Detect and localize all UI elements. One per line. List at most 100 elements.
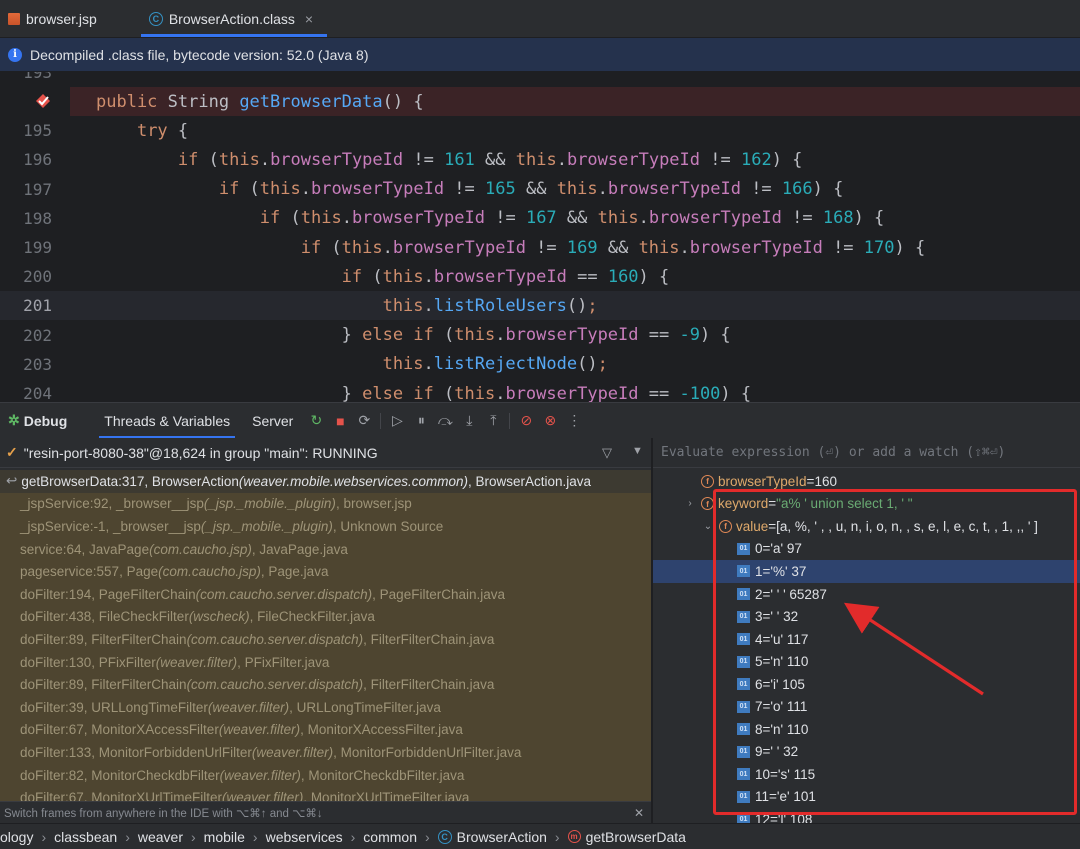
close-icon[interactable]: ✕ [634,806,644,820]
stack-frame-row[interactable]: _jspService:-1, _browser__jsp (_jsp._mob… [0,515,651,538]
step-into-icon[interactable]: ⤓ [457,412,481,429]
code-token: && [515,179,557,200]
variable-row[interactable]: 01 8 = 'n' 110 [653,718,1080,741]
variable-row[interactable]: 01 4 = 'u' 117 [653,628,1080,651]
breadcrumb-item[interactable]: common [363,829,417,845]
code-line[interactable]: 196 if (this. browserTypeId != 161 && thi… [0,145,1080,174]
breadcrumb-item[interactable]: mobile [204,829,245,845]
line-number[interactable]: 196 [0,150,70,169]
stack-frame-row[interactable]: service:64, JavaPage (com.caucho.jsp), J… [0,537,651,561]
code-line[interactable]: 199 if (this. browserTypeId != 169 && thi… [0,233,1080,262]
code-token: this [556,179,598,200]
variable-row[interactable]: › f keyword = "a% ' union select 1, ' " [653,493,1080,516]
stack-frame-row[interactable]: doFilter:82, MonitorCheckdbFilter (weave… [0,763,651,787]
variable-row[interactable]: 01 6 = 'i' 105 [653,673,1080,696]
code-token: 162 [740,149,772,170]
stack-frame-row[interactable]: doFilter:89, FilterFilterChain (com.cauc… [0,673,651,696]
stack-frame-row[interactable]: doFilter:194, PageFilterChain (com.cauch… [0,582,651,606]
tab-browser-jsp[interactable]: browser.jsp [0,0,111,37]
filter-icon[interactable]: ▽ [602,445,612,461]
variable-row[interactable]: 01 1 = '%' 37 [653,560,1080,583]
code-token: 165 [485,179,516,200]
frame-method: doFilter:89, FilterFilterChain [20,631,187,647]
variable-row[interactable]: f browserTypeId = 160 [653,470,1080,493]
chevron-icon[interactable]: › [683,498,697,509]
tab-browseraction-class[interactable]: C BrowserAction.class × [140,0,328,37]
code-line[interactable]: 203 this. listRejectNode(); [0,350,1080,379]
more-options-icon[interactable]: ⋮ [562,412,586,429]
pause-icon[interactable]: ⏸ [409,412,433,429]
variable-row[interactable]: 01 9 = ' ' 32 [653,741,1080,764]
chevron-icon[interactable]: ⌄ [701,521,715,532]
stack-frame-row[interactable]: doFilter:67, MonitorXAccessFilter (weave… [0,718,651,742]
line-number[interactable]: 202 [0,326,70,345]
restart-icon[interactable]: ⟳ [352,412,376,429]
evaluate-expression-input[interactable]: Evaluate expression (⏎) or add a watch (… [653,438,1080,468]
variable-row[interactable]: 01 11 = 'e' 101 [653,786,1080,809]
thread-selector[interactable]: ✓ "resin-port-8080-38"@18,624 in group "… [0,438,651,468]
line-number[interactable]: 201 [0,296,70,315]
tab-threads-variables[interactable]: Threads & Variables [93,403,241,439]
variable-row[interactable]: 01 2 = ' ' ' 65287 [653,583,1080,606]
frame-package: (weaver.filter) [218,722,301,738]
stack-frame-row[interactable]: doFilter:133, MonitorForbiddenUrlFilter … [0,741,651,764]
stack-frame-row[interactable]: doFilter:89, FilterFilterChain (com.cauc… [0,628,651,651]
stack-frame-row[interactable]: doFilter:39, URLLongTimeFilter (weaver.f… [0,695,651,719]
view-breakpoints-icon[interactable]: ⊘ [514,412,538,429]
tab-server[interactable]: Server [241,403,304,439]
variable-row[interactable]: 01 0 = 'a' 97 [653,538,1080,561]
breadcrumb-item[interactable]: BrowserAction [457,829,547,845]
stack-frame-row[interactable]: pageservice:557, Page (com.caucho.jsp), … [0,560,651,583]
step-over-icon[interactable]: ⤼ [433,412,457,429]
code-token: this [597,208,639,229]
stack-frame-row[interactable]: doFilter:438, FileCheckFilter (wscheck),… [0,605,651,629]
breadcrumb-item[interactable]: getBrowserData [586,829,686,845]
breakpoint-icon[interactable] [34,92,52,110]
stack-frame-row[interactable]: doFilter:130, PFixFilter (weaver.filter)… [0,650,651,674]
mute-breakpoints-icon[interactable]: ⊗ [538,412,562,429]
variable-row[interactable]: ⌄ f value = [a, %, ' , , u, n, i, o, n, , … [653,515,1080,538]
code-token: == [638,325,680,346]
breadcrumb-item[interactable]: ology [0,829,33,845]
variable-row[interactable]: 01 12 = 'l' 108 [653,808,1080,823]
array-element-icon: 01 [737,678,750,691]
code-line-current[interactable]: 201 this. listRoleUsers(); [0,291,1080,321]
frame-file: , MonitorXAccessFilter.java [300,722,463,738]
stack-frame-row[interactable]: ↩ getBrowserData:317, BrowserAction (weav… [0,470,651,493]
line-number[interactable]: 197 [0,180,70,199]
code-line[interactable]: 204 } else if (this. browserTypeId == -10… [0,379,1080,403]
line-number[interactable]: 203 [0,355,70,374]
breadcrumb-item[interactable]: classbean [54,829,117,845]
code-token: } [96,325,363,346]
frame-package: (com.caucho.jsp) [149,541,252,557]
bug-icon: ✲ [8,412,20,428]
line-number[interactable]: 200 [0,267,70,286]
resume-icon[interactable]: ▷ [385,412,409,429]
line-number[interactable]: 204 [0,384,70,402]
close-icon[interactable]: × [305,11,313,27]
stack-frame-row[interactable]: _jspService:92, _browser__jsp (_jsp._mob… [0,492,651,516]
code-line[interactable]: 200 if (this. browserTypeId == 160) { [0,262,1080,291]
variable-row[interactable]: 01 7 = 'o' 111 [653,696,1080,719]
code-line[interactable]: 197 if (this. browserTypeId != 165 && thi… [0,175,1080,204]
breadcrumb-item[interactable]: weaver [138,829,183,845]
code-token: this [454,383,496,403]
code-line[interactable]: 195 try { [0,116,1080,145]
stop-icon[interactable]: ■ [328,413,352,429]
line-number[interactable]: 195 [0,121,70,140]
variable-row[interactable]: 01 5 = 'n' 110 [653,650,1080,673]
code-token: this [382,266,424,287]
code-line-breakpoint[interactable]: public String getBrowserData() { [0,87,1080,116]
code-editor[interactable]: 193 public String getBrowserData() {195 … [0,72,1080,402]
variable-row[interactable]: 01 3 = ' ' 32 [653,605,1080,628]
code-line[interactable]: 202 } else if (this. browserTypeId == -9)… [0,321,1080,350]
chevron-down-icon[interactable]: ▼ [632,445,643,457]
variable-name: 0 [755,541,763,557]
variable-row[interactable]: 01 10 = 's' 115 [653,763,1080,786]
rerun-icon[interactable]: ↻ [304,412,328,429]
breadcrumb-item[interactable]: webservices [266,829,343,845]
line-number[interactable]: 198 [0,209,70,228]
code-line[interactable]: 198 if (this. browserTypeId != 167 && thi… [0,204,1080,233]
step-out-icon[interactable]: ⤒ [481,412,505,429]
line-number[interactable]: 199 [0,238,70,257]
